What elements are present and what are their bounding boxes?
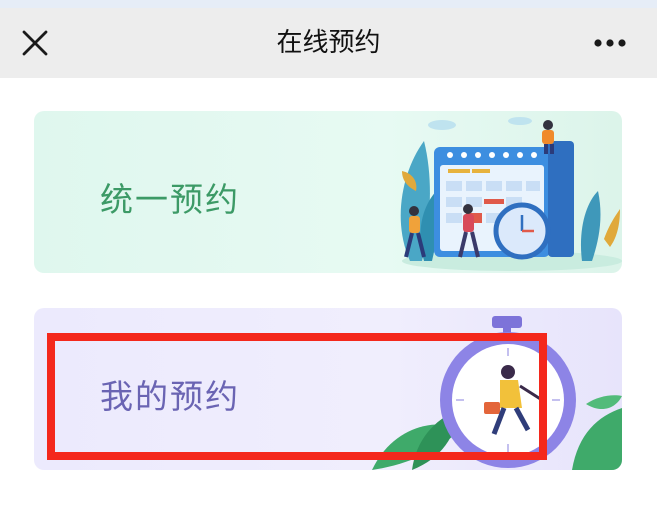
page-title: 在线预约 <box>276 28 381 58</box>
unified-booking-label: 统一预约 <box>100 180 240 219</box>
more-dots-icon <box>594 39 626 47</box>
unified-booking-card[interactable]: 统一预约 <box>34 111 622 273</box>
calendar-illustration-icon <box>400 117 622 271</box>
my-booking-label: 我的预约 <box>100 377 240 416</box>
close-button[interactable] <box>14 22 56 64</box>
status-strip <box>0 0 657 8</box>
my-booking-card[interactable]: 我的预约 <box>34 308 622 470</box>
more-button[interactable] <box>584 24 636 62</box>
navbar: 在线预约 <box>0 8 657 78</box>
stopwatch-illustration-icon <box>372 316 622 470</box>
close-icon <box>22 30 48 56</box>
